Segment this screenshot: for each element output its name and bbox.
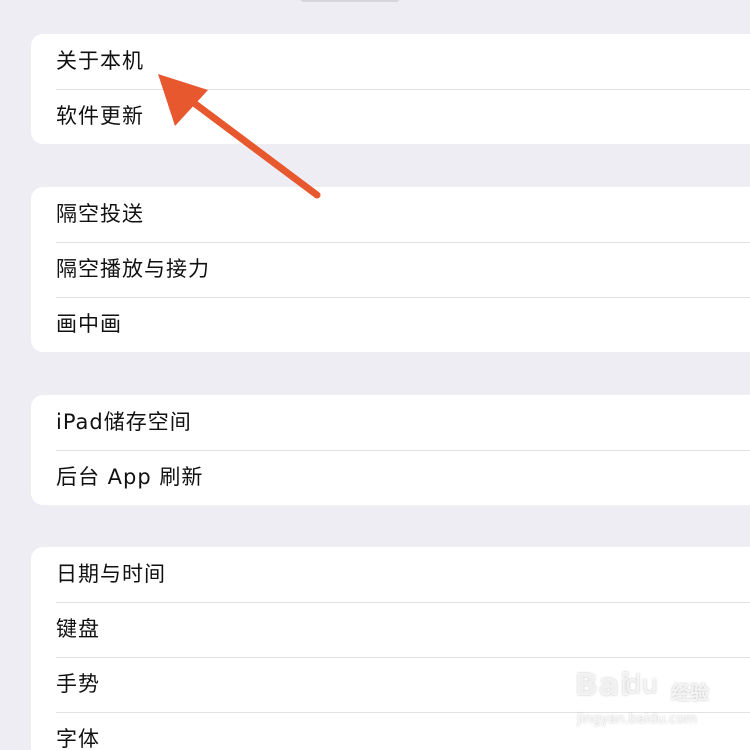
row-airplay-handoff[interactable]: 隔空播放与接力 <box>31 242 750 297</box>
row-label: 手势 <box>56 672 100 696</box>
row-label: 后台 App 刷新 <box>56 465 204 489</box>
row-label: 隔空投送 <box>56 202 144 226</box>
row-label: 关于本机 <box>56 49 144 73</box>
row-airdrop[interactable]: 隔空投送 <box>31 187 750 242</box>
row-label: 画中画 <box>56 312 122 336</box>
row-picture-in-picture[interactable]: 画中画 <box>31 297 750 352</box>
watermark-cn: 经验 <box>671 682 710 704</box>
watermark-paw: du <box>625 670 658 700</box>
row-label: 键盘 <box>56 617 100 641</box>
row-label: 日期与时间 <box>56 562 166 586</box>
row-label: 隔空播放与接力 <box>56 257 210 281</box>
watermark-url: jingyan.baidu.com <box>577 712 697 727</box>
row-label: 软件更新 <box>56 104 144 128</box>
row-ipad-storage[interactable]: iPad储存空间 <box>31 395 750 450</box>
row-about-device[interactable]: 关于本机 <box>31 34 750 89</box>
row-date-time[interactable]: 日期与时间 <box>31 547 750 602</box>
top-grabber[interactable] <box>300 0 400 2</box>
row-label: 字体 <box>56 727 100 750</box>
row-keyboard[interactable]: 键盘 <box>31 602 750 657</box>
row-software-update[interactable]: 软件更新 <box>31 89 750 144</box>
settings-screen: 关于本机 软件更新 隔空投送 隔空播放与接力 画中画 iPad储存空间 后台 A… <box>0 0 750 750</box>
row-label: iPad储存空间 <box>56 410 192 434</box>
watermark-brand: Bai <box>575 668 632 703</box>
settings-group-storage: iPad储存空间 后台 App 刷新 <box>31 395 750 505</box>
settings-group-about: 关于本机 软件更新 <box>31 34 750 144</box>
baidu-jingyan-watermark: Bai du 经验 jingyan.baidu.com <box>575 668 725 738</box>
row-background-app-refresh[interactable]: 后台 App 刷新 <box>31 450 750 505</box>
settings-group-airdrop: 隔空投送 隔空播放与接力 画中画 <box>31 187 750 352</box>
